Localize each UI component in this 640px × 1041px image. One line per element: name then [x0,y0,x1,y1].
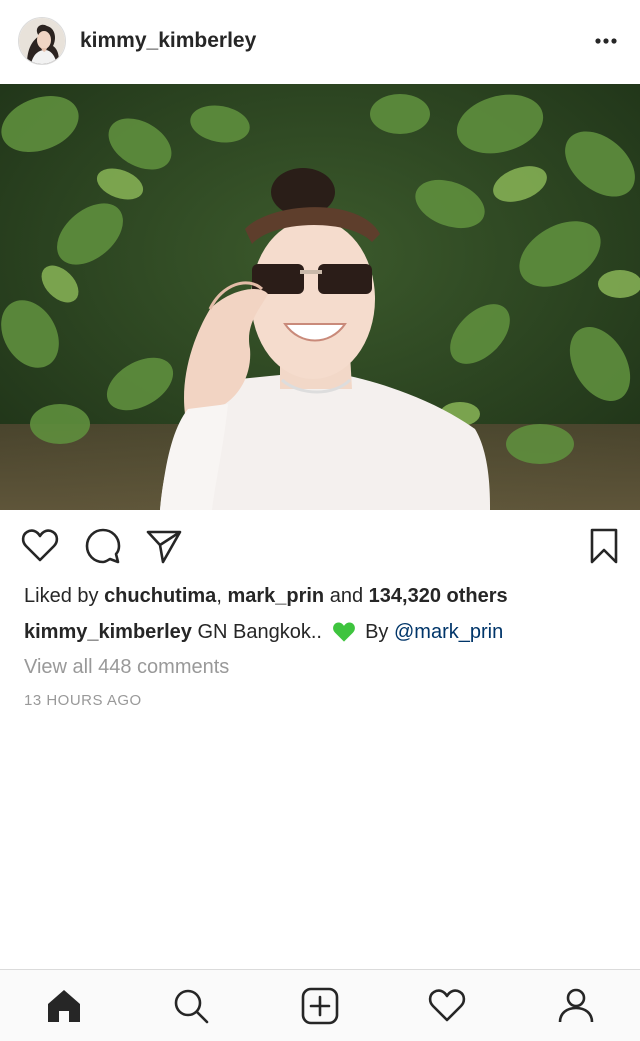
heart-outline-icon[interactable] [20,526,60,566]
likes-summary: Liked by chuchutima, mark_prin and 134,3… [24,585,508,608]
liked-user-1[interactable]: chuchutima [104,585,216,607]
post-photo[interactable] [0,84,640,510]
profile-icon[interactable] [556,986,596,1026]
avatar[interactable] [18,17,66,65]
more-dots-icon[interactable] [590,30,622,52]
caption-author[interactable]: kimmy_kimberley [24,621,192,643]
post-image [0,84,640,510]
paper-plane-icon[interactable] [144,526,184,566]
caption-by: By [365,621,389,643]
caption: kimmy_kimberley GN Bangkok.. By @mark_pr… [24,621,503,644]
activity-heart-icon[interactable] [427,986,467,1026]
post-actions [0,526,640,570]
liked-by-prefix: Liked by [24,585,99,607]
caption-mention-link[interactable]: @mark_prin [394,621,503,643]
home-icon[interactable] [44,986,84,1026]
liked-user-2[interactable]: mark_prin [227,585,324,607]
liked-separator: , [216,585,222,607]
caption-text: GN Bangkok.. [197,621,322,643]
post-username[interactable]: kimmy_kimberley [80,29,256,53]
comment-bubble-icon[interactable] [83,526,123,566]
view-all-comments-link[interactable]: View all 448 comments [24,656,229,679]
bookmark-icon[interactable] [584,526,624,566]
post-timestamp: 13 HOURS AGO [24,692,142,709]
green-heart-icon [332,622,355,642]
liked-and: and [329,585,364,607]
liked-others[interactable]: 134,320 others [369,585,508,607]
post-header: kimmy_kimberley [0,0,640,85]
avatar-image [19,18,65,64]
new-post-icon[interactable] [300,986,340,1026]
bottom-tab-bar [0,969,640,1041]
search-icon[interactable] [171,986,211,1026]
